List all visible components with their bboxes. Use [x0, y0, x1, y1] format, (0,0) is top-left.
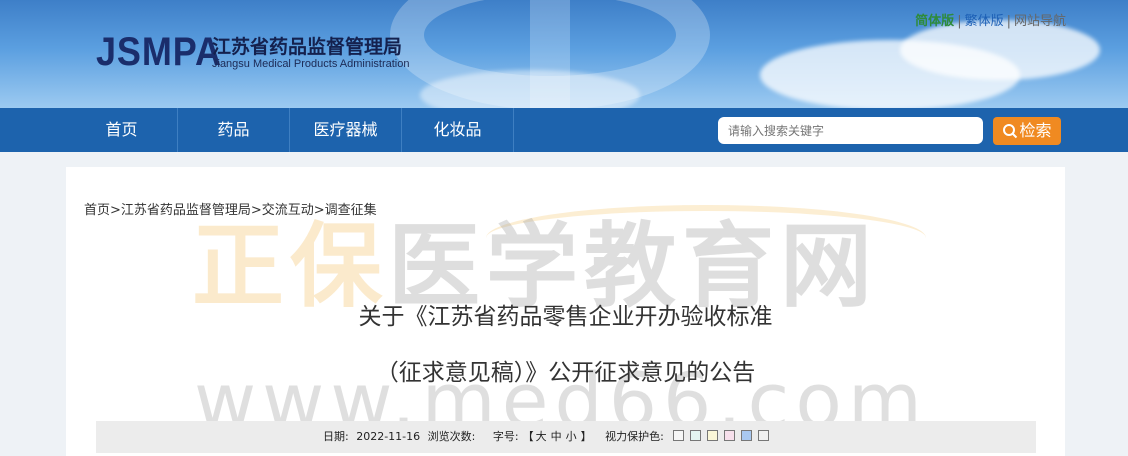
font-size-label: 字号:: [492, 430, 519, 443]
views-label: 浏览次数:: [427, 430, 476, 443]
search-input[interactable]: [718, 117, 983, 144]
eye-care-swatch-pink[interactable]: [724, 430, 736, 441]
nav-item-drugs[interactable]: 药品: [178, 108, 290, 152]
search-icon: [1003, 124, 1018, 139]
link-separator: |: [1006, 14, 1011, 29]
logo-text-cn[interactable]: 江苏省药品监督管理局: [212, 32, 402, 59]
eye-care-swatch-white[interactable]: [673, 430, 685, 441]
font-large-button[interactable]: 大: [536, 430, 547, 443]
nav-item-devices[interactable]: 医疗器械: [290, 108, 402, 152]
search-button[interactable]: 检索: [993, 117, 1061, 145]
logo-text-en[interactable]: JSMPA: [96, 30, 222, 75]
date-label: 日期:: [323, 430, 349, 443]
logo-subtitle: Jiangsu Medical Products Administration: [212, 58, 410, 70]
content-card: 正保医学教育网 www.med66.com 首页>江苏省药品监督管理局>交流互动…: [66, 167, 1065, 456]
eye-care-swatch-blue[interactable]: [741, 430, 753, 441]
article-title-line2: （征求意见稿）》公开征求意见的公告: [375, 360, 756, 386]
article-title-line1: 关于《江苏省药品零售企业开办验收标准: [358, 304, 773, 330]
eye-care-swatch-cyan[interactable]: [690, 430, 702, 441]
traditional-link[interactable]: 繁体版: [965, 14, 1004, 29]
font-small-button[interactable]: 小: [566, 430, 577, 443]
font-bracket-open: 【: [522, 430, 534, 443]
header-banner: JSMPA 江苏省药品监督管理局 Jiangsu Medical Product…: [0, 0, 1128, 108]
font-bracket-close: 】: [580, 430, 592, 443]
cloud-decoration: [900, 20, 1100, 80]
top-links: 简体版 | 繁体版 | 网站导航: [915, 10, 1066, 29]
sitemap-link[interactable]: 网站导航: [1014, 14, 1066, 29]
simplified-link[interactable]: 简体版: [915, 14, 954, 29]
eye-care-swatch-yellow[interactable]: [707, 430, 719, 441]
nav-item-cosmetics[interactable]: 化妆品: [402, 108, 514, 152]
date-value: 2022-11-16: [356, 430, 421, 443]
eye-care-swatch-gray[interactable]: [758, 430, 770, 441]
main-nav: 首页 药品 医疗器械 化妆品 检索: [0, 108, 1128, 152]
emblem-bar: [530, 0, 570, 108]
nav-item-home[interactable]: 首页: [66, 108, 178, 152]
eye-care-label: 视力保护色:: [605, 430, 664, 443]
article-info-bar: 日期: 2022-11-16 浏览次数: 字号: 【大中小】 视力保护色:: [96, 421, 1036, 453]
link-separator: |: [957, 14, 962, 29]
search-button-label: 检索: [1019, 121, 1052, 140]
font-medium-button[interactable]: 中: [551, 430, 562, 443]
breadcrumb[interactable]: 首页>江苏省药品监督管理局>交流互动>调查征集: [84, 199, 377, 218]
